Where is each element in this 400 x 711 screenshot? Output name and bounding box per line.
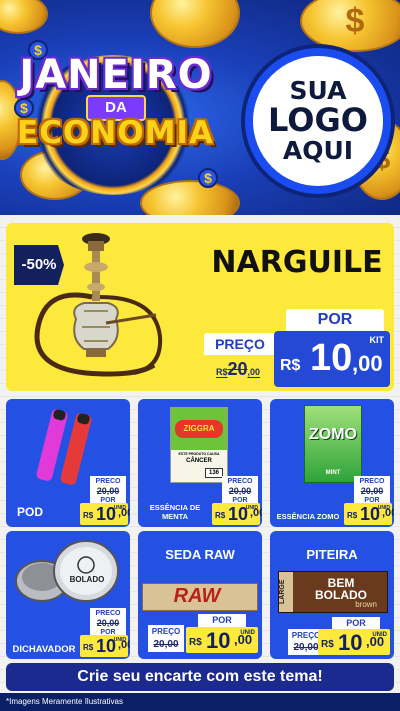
- pack-number: 136: [205, 468, 223, 478]
- coin-icon: $: [300, 0, 400, 52]
- price-tag: R$ 10 ,00 UNID: [186, 627, 258, 653]
- item-brand: RAW: [173, 585, 221, 607]
- item-side-label: LARGE: [279, 572, 293, 612]
- pack-brand: ZOMO: [309, 426, 357, 443]
- offer-board: -50% NARGUILE POR PREÇO R$20,00 KIT R$ 1…: [0, 215, 400, 711]
- featured-price-tag: KIT R$ 10 ,00: [274, 331, 390, 387]
- product-card-piteira[interactable]: PITEIRA LARGE BEM BOLADO brown PREÇO 20,…: [270, 531, 394, 659]
- product-name: DICHAVADOR: [12, 644, 76, 655]
- coin-icon: [0, 0, 48, 34]
- zomo-pack-image: ZOMO MINT: [304, 405, 362, 483]
- raw-paper-image: RAW: [142, 583, 258, 611]
- price-tag: R$ 10 ,00 UNID: [318, 629, 390, 655]
- product-name: PITEIRA: [306, 547, 358, 562]
- product-card-pod[interactable]: POD PRECO 20,00 POR R$ 10 ,00 UNID: [6, 399, 130, 527]
- create-flyer-button[interactable]: Crie seu encarte com este tema!: [6, 663, 394, 691]
- old-price: 20,00: [148, 638, 184, 652]
- product-card-seda-raw[interactable]: SEDA RAW RAW PREÇO 20,00 POR R$ 10 ,00 U…: [138, 531, 262, 659]
- featured-product-name: NARGUILE: [211, 245, 383, 280]
- price-unit: KIT: [369, 335, 385, 345]
- pack-brand: ZIGGRA: [175, 420, 223, 438]
- featured-product-card[interactable]: -50% NARGUILE POR PREÇO R$20,00 KIT R$ 1…: [6, 223, 394, 391]
- logo-placeholder[interactable]: SUA LOGO AQUI: [245, 48, 391, 194]
- piteira-pack-image: LARGE BEM BOLADO brown: [278, 571, 388, 613]
- pod-image: [36, 409, 92, 485]
- preco-label: PREÇO: [204, 333, 276, 355]
- price-tag: R$ 10 ,00 UNID: [80, 503, 130, 525]
- price-tag: R$ 10 ,00 UNID: [80, 635, 130, 657]
- item-brand: BOLADO: [69, 575, 105, 584]
- essence-pack-image: ZIGGRA ESTE PRODUTO CAUSA CÂNCER 136: [170, 407, 228, 483]
- product-name: ESSÊNCIA DE MENTA: [149, 503, 201, 521]
- product-card-dichavador[interactable]: BOLADO DICHAVADOR PRECO 20,00 POR R$ 10 …: [6, 531, 130, 659]
- page-title-line3: ECONOMIA: [17, 115, 214, 151]
- price-integer: 10: [310, 337, 353, 379]
- pack-warning-word: CÂNCER: [186, 458, 212, 464]
- pack-warning: ESTE PRODUTO CAUSA: [178, 452, 220, 456]
- price-tag: R$ 10 ,00 UNID: [344, 503, 394, 525]
- header-banner: $ $ $ $ $ JANEIRO DA ECONOMIA SUA LOGO A…: [0, 0, 400, 215]
- product-card-essencia-zomo[interactable]: ZOMO MINT ESSÊNCIA ZOMO PRECO 20,00 POR …: [270, 399, 394, 527]
- product-name: SEDA RAW: [165, 547, 235, 562]
- page-title-line1: JANEIRO: [19, 52, 213, 98]
- por-label: POR: [286, 309, 384, 331]
- price-tag: R$ 10 ,00 UNID: [212, 503, 262, 525]
- price-currency: R$: [280, 357, 301, 374]
- coin-icon: [150, 0, 240, 48]
- product-name: ESSÊNCIA ZOMO: [276, 512, 340, 521]
- dollar-icon: $: [198, 168, 218, 188]
- product-card-essencia-menta[interactable]: ZIGGRA ESTE PRODUTO CAUSA CÂNCER 136 ESS…: [138, 399, 262, 527]
- preco-label: PREÇO: [148, 625, 184, 639]
- old-price: R$20,00: [215, 359, 261, 379]
- price-decimal: ,00: [352, 351, 383, 376]
- disclaimer-note: *Imagens Meramente Ilustrativas: [6, 697, 123, 706]
- item-sub-label: brown: [355, 600, 377, 609]
- discount-badge: -50%: [14, 245, 64, 285]
- pack-flavor: MINT: [325, 470, 341, 476]
- product-name: POD: [16, 505, 43, 519]
- logo-text-line2: LOGO: [268, 101, 368, 140]
- por-label: POR: [198, 614, 246, 627]
- logo-text-line3: AQUI: [282, 135, 354, 165]
